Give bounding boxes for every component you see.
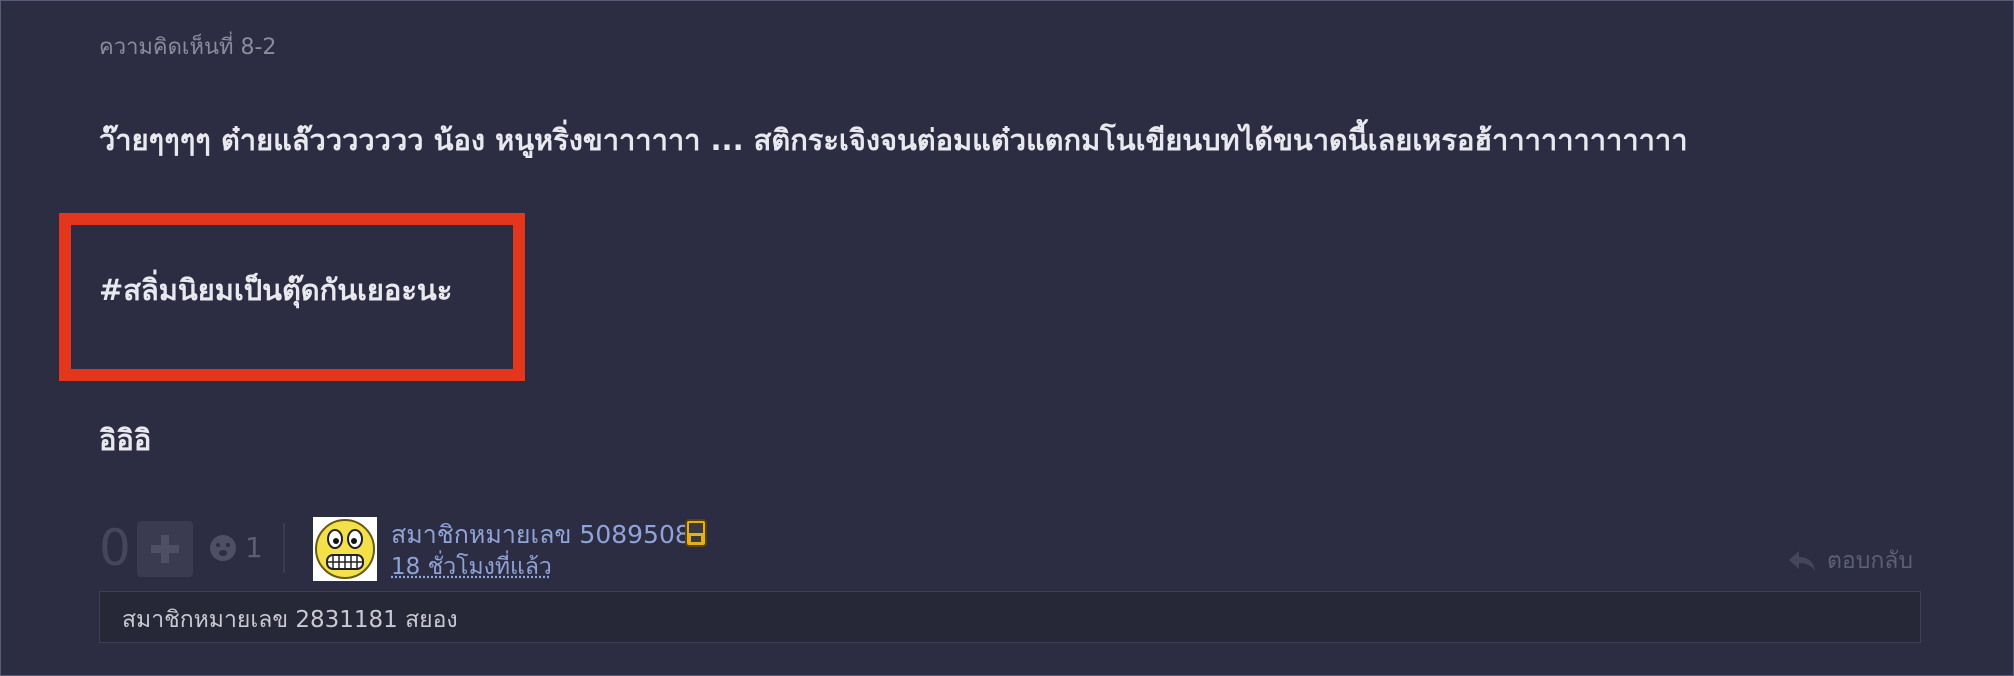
emotion-reaction[interactable]: 1 <box>209 531 263 564</box>
comment-number: ความคิดเห็นที่ 8-2 <box>99 35 277 60</box>
avatar[interactable] <box>313 517 377 581</box>
grinning-face-icon <box>313 517 377 581</box>
vote-count: 0 <box>99 519 131 577</box>
reply-label: ตอบกลับ <box>1827 548 1913 574</box>
sub-comment-text: สมาชิกหมายเลข 2831181 สยอง <box>122 607 458 633</box>
comment-panel: ความคิดเห็นที่ 8-2 ว๊ายๆๆๆๆ ต๋ายแล๊ววววว… <box>0 0 2014 676</box>
sub-comment-box: สมาชิกหมายเลข 2831181 สยอง <box>99 591 1921 643</box>
vote-plus-button[interactable] <box>137 521 193 577</box>
timestamp-link[interactable]: 18 ชั่วโมงที่แล้ว <box>391 549 552 585</box>
comment-text-line: อิอิอิ <box>99 423 152 457</box>
reply-arrow-icon <box>1789 551 1815 571</box>
comment-text-line: ว๊ายๆๆๆๆ ต๋ายแล๊ววววววว น้อง หนูหริ่งขาา… <box>99 123 1688 157</box>
divider <box>283 523 285 573</box>
mobile-device-icon <box>685 519 707 547</box>
reply-button[interactable]: ตอบกลับ <box>1787 543 1913 579</box>
emotion-count: 1 <box>245 531 263 564</box>
emotion-face-icon <box>210 534 236 561</box>
comment-hashtag: #สลิ่มนิยมเป็นตุ๊ดกันเยอะนะ <box>99 273 453 307</box>
plus-icon <box>151 535 179 563</box>
